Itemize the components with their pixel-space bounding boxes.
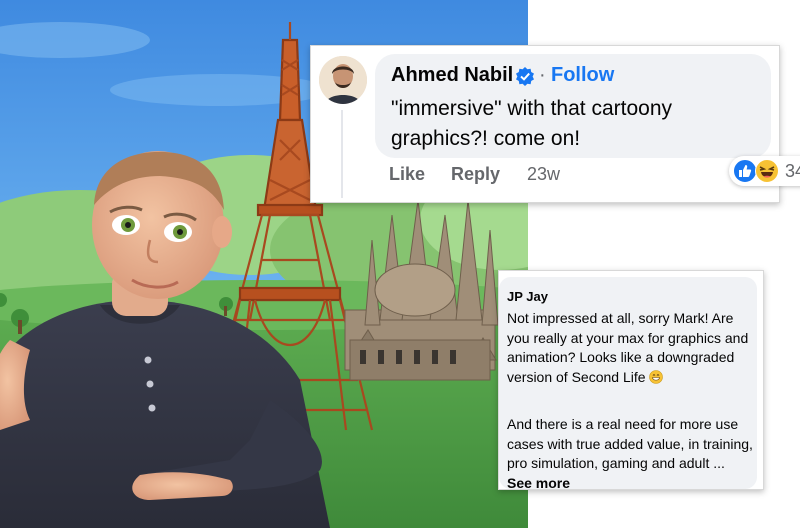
comment-bubble: Ahmed Nabil · Follow "immersive" with th…: [375, 54, 800, 186]
separator-dot: ·: [539, 64, 546, 86]
see-more-link[interactable]: See more: [507, 475, 570, 490]
comment-author[interactable]: Ahmed Nabil: [391, 64, 513, 87]
comment-author[interactable]: JP Jay: [507, 289, 548, 304]
haha-reaction-icon: [755, 159, 779, 183]
like-button[interactable]: Like: [389, 164, 425, 185]
reaction-count: 345: [785, 161, 800, 181]
comment-card-ahmed: Ahmed Nabil · Follow "immersive" with th…: [310, 45, 800, 203]
comment-text: "immersive" with that cartoony graphics?…: [391, 97, 672, 150]
comment-text: And there is a real need for more use ca…: [507, 416, 753, 471]
reactions-summary[interactable]: 345: [729, 156, 800, 186]
avatar[interactable]: [319, 56, 367, 104]
like-reaction-icon: [733, 159, 757, 183]
comment-bubble: JP Jay Not impressed at all, sorry Mark!…: [499, 277, 757, 489]
comment-timestamp[interactable]: 23w: [527, 164, 560, 185]
comment-card-jp: JP Jay Not impressed at all, sorry Mark!…: [498, 270, 764, 490]
grinning-emoji-icon: [649, 369, 664, 384]
verified-badge-icon: [515, 66, 535, 86]
comment-paragraph-2: And there is a real need for more use ca…: [507, 415, 753, 490]
follow-button[interactable]: Follow: [551, 64, 614, 87]
reply-button[interactable]: Reply: [451, 164, 500, 185]
thread-line: [341, 110, 343, 198]
comment-paragraph-1: Not impressed at all, sorry Mark! Are yo…: [507, 309, 753, 387]
comment-text: Not impressed at all, sorry Mark! Are yo…: [507, 310, 749, 385]
